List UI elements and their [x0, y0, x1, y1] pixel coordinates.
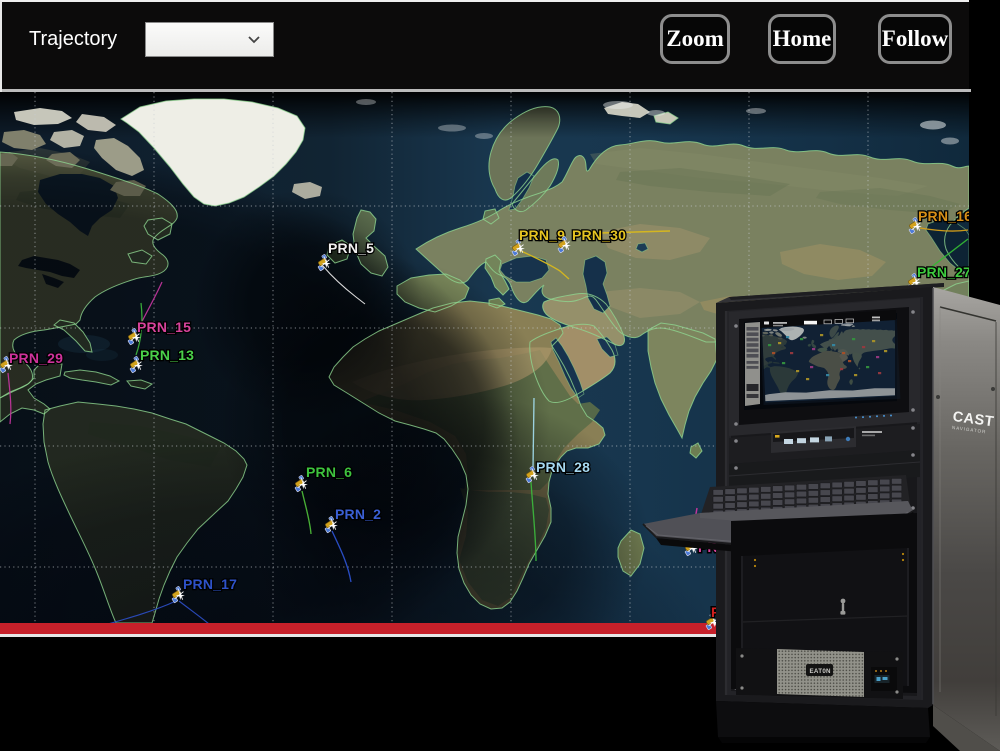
svg-text:EAT0N: EAT0N	[810, 668, 832, 675]
svg-text:PRN_16: PRN_16	[918, 208, 969, 224]
svg-text:PRN_27: PRN_27	[917, 264, 969, 280]
svg-text:PRN_29: PRN_29	[9, 350, 63, 366]
svg-text:PRN_13: PRN_13	[140, 347, 194, 363]
svg-text:PRN_28: PRN_28	[536, 459, 590, 475]
svg-text:PRN_30: PRN_30	[572, 227, 626, 243]
svg-text:PRN_6: PRN_6	[306, 464, 352, 480]
svg-text:PRN_9: PRN_9	[519, 227, 565, 243]
svg-text:PRN_15: PRN_15	[137, 319, 191, 335]
svg-text:PRN_5: PRN_5	[328, 240, 374, 256]
svg-text:PRN_17: PRN_17	[183, 576, 237, 592]
svg-text:PRN_2: PRN_2	[335, 506, 381, 522]
